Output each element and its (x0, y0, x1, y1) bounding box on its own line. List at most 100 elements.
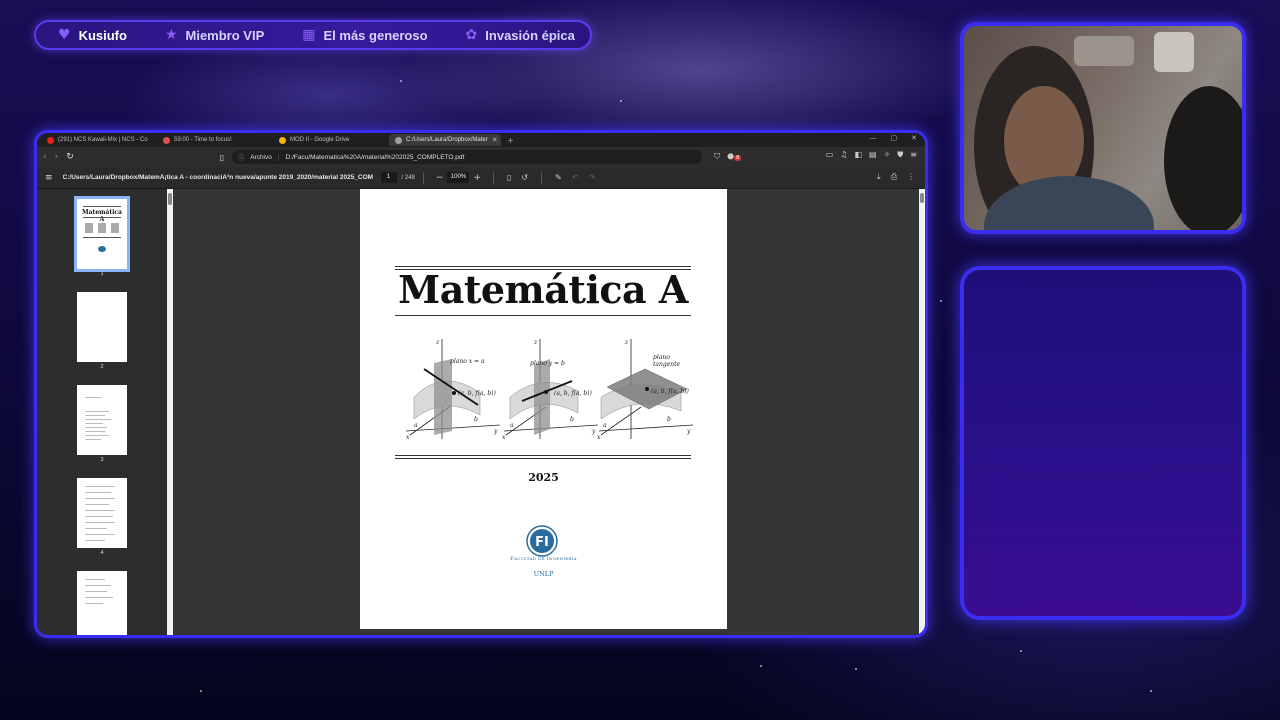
pdf-page: Matemática A plano x = a (a, b, f(a, b))… (360, 189, 727, 629)
thumbnail-rule (83, 237, 121, 238)
axis-label: b (667, 416, 671, 423)
print-icon[interactable]: ⎙ (891, 172, 897, 182)
axis-label: x (597, 434, 601, 441)
menu-icon[interactable]: ≡ (910, 150, 917, 160)
axis-label: y (686, 428, 691, 435)
webcam-background-shape (1074, 36, 1134, 66)
vpn-icon[interactable]: ⛊ (897, 150, 903, 160)
minimize-icon[interactable]: — (870, 134, 877, 142)
page-thumbnail[interactable] (77, 478, 127, 548)
hamburger-menu-icon[interactable]: ≡ (45, 173, 53, 183)
webcam-frame (960, 22, 1246, 234)
star-decoration (620, 100, 622, 102)
reload-icon[interactable]: ↻ (66, 152, 74, 162)
thumbnail-logo (98, 246, 106, 252)
download-icon[interactable]: ⤓ (877, 172, 881, 182)
toolbar-divider (493, 171, 494, 184)
browser-tab[interactable]: MOD II - Google Drive (273, 134, 385, 146)
page-number-input[interactable]: 1 (380, 172, 397, 183)
page-thumbnail[interactable]: Matemática A (74, 196, 130, 272)
music-icon[interactable]: ♫ (840, 150, 847, 160)
ai-icon[interactable]: ✧ (884, 150, 891, 160)
faculty-name: Facultad de Ingeniería (510, 556, 577, 562)
figure-label: plano y = b (530, 360, 565, 367)
figure-label: plano x = a (450, 358, 485, 365)
wallet-icon[interactable]: ▤ (869, 150, 877, 160)
thumbnail-text-line (85, 492, 111, 493)
star-decoration (1150, 690, 1152, 692)
zoom-out-icon[interactable]: − (436, 173, 444, 183)
browser-tab[interactable]: 59:00 - Time to focus! (157, 134, 269, 146)
thumbnail-scrollbar[interactable] (167, 189, 173, 635)
thumbnail-text-line (85, 534, 115, 535)
thumbnail-sidebar: Matemática A 1 2 3 4 (37, 189, 167, 635)
figure-label: (a, b, f(a, b)) (651, 388, 690, 395)
extension-icon[interactable]: ⬣ 8 (727, 152, 742, 162)
screenshot-icon[interactable]: ▭ (826, 150, 834, 160)
sidebar-icon[interactable]: ◧ (854, 150, 862, 160)
timer-icon (163, 136, 170, 144)
tab-label: C:/Users/Laura/Dropbox/Mater (406, 137, 488, 143)
browser-tab-active[interactable]: C:/Users/Laura/Dropbox/Mater ✕ (389, 134, 501, 146)
browser-tab[interactable]: (291) NCS Kawaii-Mix | NCS - Co (41, 134, 153, 146)
axis-label: y (493, 428, 498, 435)
fit-page-icon[interactable]: ▯ (507, 173, 511, 182)
alert-label: Kusiufo (78, 27, 127, 43)
figure-label: tangente (653, 361, 681, 368)
alert-item-latest-follower: ♥ Kusiufo (58, 27, 127, 43)
tab-label: (291) NCS Kawaii-Mix | NCS - Co (58, 137, 148, 143)
undo-icon[interactable]: ↶ (572, 173, 579, 182)
bookmark-icon[interactable]: ▯ (220, 153, 224, 162)
thumbnail-number: 4 (100, 550, 104, 556)
star-icon: ★ (164, 27, 178, 43)
paw-icon: ✿ (465, 27, 478, 43)
thumbnail-title: Matemática A (82, 209, 122, 223)
back-arrow-icon[interactable]: ‹ (43, 152, 47, 162)
extension-badge: 8 (734, 155, 742, 161)
logo-letters: FI (535, 535, 549, 550)
document-scrollbar[interactable] (919, 189, 925, 635)
star-decoration (855, 668, 857, 670)
close-window-icon[interactable]: ✕ (911, 134, 917, 142)
axis-label: b (474, 416, 478, 423)
toolbar-divider (422, 171, 424, 184)
rotate-icon[interactable]: ↺ (521, 173, 528, 182)
zoom-in-icon[interactable]: + (473, 173, 481, 183)
maximize-icon[interactable]: ▢ (891, 134, 898, 142)
annotate-icon[interactable]: ✎ (555, 173, 562, 182)
alert-item-generous: ▦ El más generoso (302, 27, 427, 43)
page-thumbnail[interactable] (77, 385, 127, 455)
alert-label: El más generoso (323, 27, 428, 43)
tab-label: MOD II - Google Drive (290, 137, 350, 143)
screen-capture-frame: (291) NCS Kawaii-Mix | NCS - Co 59:00 - … (34, 130, 928, 638)
thumbnail-rule (83, 206, 121, 207)
axis-label: b (570, 416, 574, 423)
page-thumbnail[interactable] (77, 571, 127, 635)
scrollbar-thumb[interactable] (168, 193, 172, 205)
thumbnail-text-line (85, 585, 111, 586)
axis-label: x (502, 434, 506, 441)
address-bar[interactable]: ⓘ Archivo | D:/Facu/Matematica%20A/mater… (232, 150, 703, 164)
thumbnail-text-line (85, 486, 115, 487)
page-thumbnail[interactable] (77, 292, 127, 362)
close-icon[interactable]: ✕ (492, 136, 498, 144)
thumbnail-text-line (85, 397, 101, 398)
vertical-plane (534, 359, 550, 435)
thumbnail-text-line (85, 419, 111, 420)
scrollbar-thumb[interactable] (920, 193, 924, 203)
forward-arrow-icon[interactable]: › (55, 152, 59, 162)
thumbnail-text-line (85, 435, 109, 436)
toolbar-divider (541, 171, 543, 184)
shield-icon[interactable]: ⛉ (714, 152, 720, 162)
thumbnail-text-line (85, 423, 103, 424)
axis-label: y (591, 428, 596, 435)
document-title: Matemática A (398, 267, 688, 312)
new-tab-button[interactable]: + (507, 136, 514, 145)
thumbnail-number: 3 (100, 457, 104, 463)
thumbnail-number: 1 (100, 271, 104, 277)
more-options-icon[interactable]: ⋮ (907, 172, 915, 182)
thumbnail-text-line (85, 597, 113, 598)
thumbnail-text-line (85, 427, 107, 428)
redo-icon[interactable]: ↷ (589, 173, 596, 182)
zoom-level-input[interactable]: 100% (447, 172, 470, 183)
